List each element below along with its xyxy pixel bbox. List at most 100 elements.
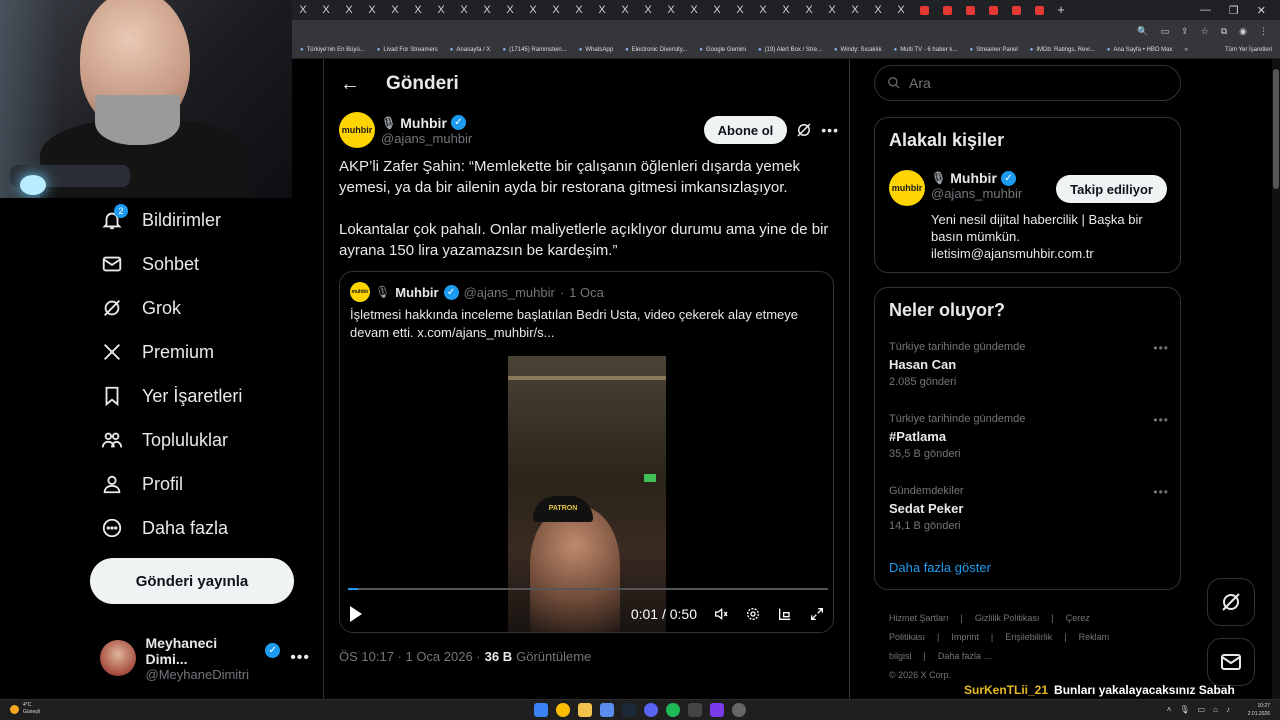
bookmark-item[interactable]: Anasayfa / X — [450, 47, 490, 53]
browser-tab[interactable]: X — [315, 2, 337, 18]
post-button[interactable]: Gönderi yayınla — [90, 558, 294, 604]
nav-grok[interactable]: Grok — [90, 286, 310, 330]
app-icon[interactable] — [688, 703, 702, 717]
account-more-button[interactable]: ••• — [290, 649, 310, 667]
browser-tab[interactable] — [936, 2, 958, 18]
steam-icon[interactable] — [622, 703, 636, 717]
nav-premium[interactable]: Premium — [90, 330, 310, 374]
bookmark-item[interactable]: (17145) Rammstein... — [502, 47, 567, 53]
trend-item[interactable]: Türkiye tarihinde gündemde #Patlama 35,5… — [889, 413, 1169, 460]
weather-widget[interactable]: 4°C Güneşli — [10, 702, 40, 716]
browser-tab[interactable] — [982, 2, 1004, 18]
app-icon[interactable] — [600, 703, 614, 717]
new-tab-button[interactable]: + — [1051, 2, 1071, 18]
messages-floating-button[interactable] — [1207, 638, 1255, 686]
search-input[interactable]: Ara — [874, 65, 1181, 101]
display-icon[interactable]: ▭ — [1198, 705, 1206, 714]
bookmark-item[interactable]: Google Gemini — [699, 47, 746, 53]
bookmark-item[interactable]: Multi TV - 6 haber k... — [894, 47, 957, 53]
browser-tab[interactable]: X — [683, 2, 705, 18]
browser-tab[interactable]: X — [637, 2, 659, 18]
nav-notifications[interactable]: 2 Bildirimler — [90, 198, 310, 242]
spotify-icon[interactable] — [666, 703, 680, 717]
nav-communities[interactable]: Topluluklar — [90, 418, 310, 462]
grok-icon[interactable] — [795, 121, 813, 139]
browser-tab[interactable] — [913, 2, 935, 18]
browser-tab[interactable]: X — [568, 2, 590, 18]
following-button[interactable]: Takip ediliyor — [1056, 175, 1167, 203]
browser-tab[interactable]: X — [591, 2, 613, 18]
browser-tab[interactable]: X — [775, 2, 797, 18]
browser-tab[interactable]: X — [729, 2, 751, 18]
start-icon[interactable] — [534, 703, 548, 717]
bookmark-item[interactable]: Ana Sayfa • HBO Max — [1107, 47, 1172, 53]
browser-tab[interactable]: X — [614, 2, 636, 18]
bookmark-item[interactable]: Livad For Streamers — [377, 47, 437, 53]
extensions-icon[interactable]: ⧉ — [1221, 26, 1227, 37]
browser-tab[interactable] — [1005, 2, 1027, 18]
bookmark-item[interactable]: WhatsApp — [579, 47, 613, 53]
profile-icon[interactable]: ◉ — [1239, 26, 1247, 37]
bookmark-item[interactable]: Streamer Panel — [969, 47, 1018, 53]
browser-tab[interactable]: X — [453, 2, 475, 18]
show-more-link[interactable]: Daha fazla göster — [889, 560, 991, 575]
author-avatar[interactable]: muhbir — [339, 112, 375, 148]
browser-tab[interactable]: X — [407, 2, 429, 18]
footer-link[interactable]: Hizmet Şartları — [889, 613, 949, 623]
clock[interactable]: 10:27 2.01.2026 — [1248, 702, 1270, 718]
browser-tab[interactable]: X — [706, 2, 728, 18]
menu-icon[interactable]: ⋮ — [1259, 26, 1268, 37]
pip-icon[interactable] — [777, 606, 793, 622]
close-window-button[interactable]: ✕ — [1257, 4, 1266, 17]
page-scrollbar[interactable] — [1272, 59, 1280, 699]
browser-tab[interactable]: X — [476, 2, 498, 18]
nav-bookmarks[interactable]: Yer İşaretleri — [90, 374, 310, 418]
grok-floating-button[interactable] — [1207, 578, 1255, 626]
video-player[interactable]: PATRON 0:01 / 0:50 — [340, 356, 833, 632]
browser-tab[interactable] — [1028, 2, 1050, 18]
browser-tab[interactable]: X — [361, 2, 383, 18]
video-progress-bar[interactable] — [348, 588, 828, 590]
browser-tab[interactable]: X — [890, 2, 912, 18]
author-handle[interactable]: @ajans_muhbir — [381, 131, 472, 146]
browser-tab[interactable]: X — [821, 2, 843, 18]
browser-tab[interactable]: X — [292, 2, 314, 18]
back-arrow-icon[interactable]: ← — [340, 73, 360, 96]
trend-item[interactable]: Gündemdekiler Sedat Peker 14,1 B gönderi… — [889, 485, 1169, 532]
browser-tab[interactable]: X — [522, 2, 544, 18]
trend-more-button[interactable]: ••• — [1153, 341, 1169, 355]
bookmark-item[interactable]: (19) Alert Box / Stre... — [758, 47, 822, 53]
subscribe-button[interactable]: Abone ol — [703, 116, 788, 144]
trend-more-button[interactable]: ••• — [1153, 413, 1169, 427]
account-switcher[interactable]: Meyhaneci Dimi... ✓ @MeyhaneDimitri ••• — [100, 635, 310, 682]
minimize-button[interactable]: — — [1200, 4, 1211, 17]
quoted-post[interactable]: muhbir 🎙 Muhbir ✓ @ajans_muhbir · 1 Oca … — [339, 271, 834, 633]
fullscreen-icon[interactable] — [809, 606, 825, 622]
footer-link[interactable]: Gizlilik Politikası — [975, 613, 1040, 623]
scrollbar-thumb[interactable] — [1273, 69, 1279, 189]
trend-more-button[interactable]: ••• — [1153, 485, 1169, 499]
browser-tab[interactable]: X — [430, 2, 452, 18]
browser-tab[interactable] — [959, 2, 981, 18]
share-icon[interactable]: ⇪ — [1181, 26, 1189, 37]
folder-icon[interactable] — [578, 703, 592, 717]
discord-icon[interactable] — [644, 703, 658, 717]
author-name[interactable]: Muhbir — [400, 115, 447, 131]
bookmarks-overflow-button[interactable]: » — [1184, 47, 1187, 53]
browser-tab[interactable]: X — [499, 2, 521, 18]
post-timestamp[interactable]: ÖS 10:17 · 1 Oca 2026 · — [339, 649, 481, 664]
network-icon[interactable]: ⌂ — [1213, 705, 1218, 714]
app-icon[interactable] — [710, 703, 724, 717]
trend-item[interactable]: Türkiye tarihinde gündemde Hasan Can 2.0… — [889, 341, 1169, 388]
browser-tab[interactable]: X — [384, 2, 406, 18]
zoom-icon[interactable]: 🔍 — [1137, 26, 1148, 37]
nav-messages[interactable]: Sohbet — [90, 242, 310, 286]
footer-link[interactable]: Daha fazla … — [938, 651, 993, 661]
star-icon[interactable]: ☆ — [1201, 26, 1209, 37]
bookmark-item[interactable]: Türkiye'nin En Büyü... — [300, 47, 365, 53]
bookmark-item[interactable]: Electronic Diversity... — [625, 47, 688, 53]
bookmark-item[interactable]: Windy: Sıcaklık — [834, 47, 882, 53]
app-icon[interactable] — [732, 703, 746, 717]
footer-link[interactable]: Erişilebilirlik — [1005, 632, 1052, 642]
volume-icon[interactable] — [713, 606, 729, 622]
